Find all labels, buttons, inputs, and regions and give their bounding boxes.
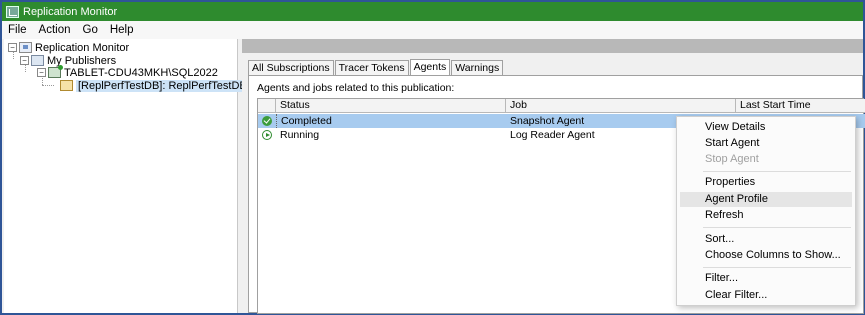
check-icon — [262, 116, 272, 126]
menu-separator — [703, 227, 851, 228]
collapse-icon[interactable]: − — [20, 56, 29, 65]
menu-item-refresh[interactable]: Refresh — [705, 208, 744, 223]
menu-item-view-details[interactable]: View Details — [705, 120, 765, 135]
tab-warnings[interactable]: Warnings — [451, 60, 504, 75]
grid-header-status[interactable]: Status — [276, 99, 506, 113]
tree-label: Replication Monitor — [35, 41, 130, 54]
replication-monitor-window: Replication Monitor File Action Go Help … — [0, 0, 865, 315]
menu-action[interactable]: Action — [39, 24, 71, 36]
replication-monitor-icon — [19, 42, 32, 53]
tab-strip: All Subscriptions Tracer Tokens Agents W… — [248, 59, 504, 75]
status-cell: Running — [280, 129, 320, 141]
menu-item-properties[interactable]: Properties — [705, 175, 755, 190]
context-menu: View Details Start Agent Stop Agent Prop… — [676, 116, 856, 306]
menu-item-agent-profile[interactable]: Agent Profile — [705, 192, 768, 207]
server-icon — [48, 65, 63, 78]
menu-item-choose-columns[interactable]: Choose Columns to Show... — [705, 248, 841, 263]
menu-separator — [703, 267, 851, 268]
tab-agents[interactable]: Agents — [409, 59, 451, 75]
menu-help[interactable]: Help — [110, 24, 134, 36]
navigation-tree: − Replication Monitor − My Publishers − … — [4, 39, 278, 313]
menu-item-filter[interactable]: Filter... — [705, 271, 738, 286]
menu-file[interactable]: File — [8, 24, 27, 36]
menu-bar: File Action Go Help — [2, 21, 863, 39]
menu-go[interactable]: Go — [83, 24, 98, 36]
status-cell: Completed — [276, 114, 506, 128]
menu-item-clear-filter[interactable]: Clear Filter... — [705, 288, 767, 303]
tree-label: My Publishers — [47, 54, 117, 67]
tab-tracer-tokens[interactable]: Tracer Tokens — [334, 60, 409, 75]
tree-connector — [42, 85, 54, 86]
pane-header-strip — [242, 39, 863, 53]
collapse-icon[interactable]: − — [37, 68, 46, 77]
grid-header-job[interactable]: Job — [506, 99, 736, 113]
window-title: Replication Monitor — [23, 5, 118, 18]
menu-item-sort[interactable]: Sort... — [705, 232, 734, 247]
play-icon — [262, 130, 272, 140]
title-bar: Replication Monitor — [2, 2, 863, 21]
tree-item-server[interactable]: − TABLET-CDU43MKH\SQL2022 — [37, 65, 218, 79]
menu-item-start-agent[interactable]: Start Agent — [705, 136, 759, 151]
publication-icon — [60, 80, 73, 91]
tree-item-replication-monitor[interactable]: − Replication Monitor — [8, 41, 129, 54]
agents-caption: Agents and jobs related to this publicat… — [257, 82, 455, 94]
grid-header-icon-column[interactable] — [258, 99, 276, 113]
grid-header-last-start-time[interactable]: Last Start Time — [736, 99, 865, 113]
publishers-folder-icon — [31, 55, 44, 66]
menu-item-stop-agent: Stop Agent — [705, 153, 759, 165]
tab-all-subscriptions[interactable]: All Subscriptions — [248, 60, 334, 75]
tree-label: TABLET-CDU43MKH\SQL2022 — [64, 66, 218, 79]
replication-monitor-app-icon — [6, 5, 19, 18]
menu-separator — [703, 171, 851, 172]
collapse-icon[interactable]: − — [8, 43, 17, 52]
